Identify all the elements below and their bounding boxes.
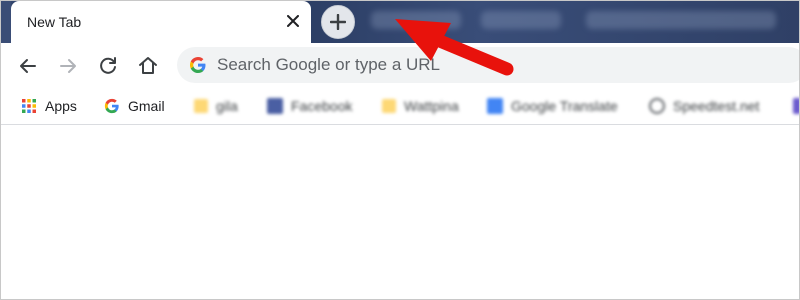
bookmark-label: Speedtest.net xyxy=(673,98,760,114)
bookmark-label: Google Translate xyxy=(511,98,618,114)
bookmarks-bar: Apps Gmail gila Facebook Wattpina Google… xyxy=(1,89,799,125)
new-tab-button[interactable] xyxy=(321,5,355,39)
bookmark-label: Apps xyxy=(45,98,77,114)
bookmark-label: gila xyxy=(216,98,238,114)
page-content xyxy=(1,126,799,299)
folder-icon xyxy=(194,99,208,113)
home-button[interactable] xyxy=(135,53,161,79)
bookmark-label: Wattpina xyxy=(404,98,459,114)
browser-window: New Tab Search Google or type a URL Apps… xyxy=(0,0,800,300)
forward-arrow-icon xyxy=(60,59,76,73)
translate-icon xyxy=(487,98,503,114)
bookmark-google-translate[interactable]: Google Translate xyxy=(487,95,618,117)
bookmark-speedtest[interactable]: Speedtest.net xyxy=(649,95,759,117)
bookmark-apps[interactable]: Apps xyxy=(21,95,77,117)
bookmark-folder[interactable]: Wattpina xyxy=(382,95,459,117)
home-icon xyxy=(139,57,157,74)
tab-strip-edge xyxy=(1,1,11,43)
bookmark-facebook[interactable]: Facebook xyxy=(267,95,352,117)
apps-grid-icon xyxy=(21,98,37,114)
red-arrow-annotation xyxy=(395,19,514,76)
google-g-icon xyxy=(190,57,206,73)
bookmark-label: Gmail xyxy=(128,98,165,114)
plus-icon xyxy=(330,14,346,30)
bookmark-gmail[interactable]: Gmail xyxy=(104,95,165,117)
folder-icon xyxy=(382,99,396,113)
blurred-background-tab[interactable] xyxy=(586,11,776,29)
reload-button[interactable] xyxy=(95,53,121,79)
facebook-icon xyxy=(267,98,283,114)
close-icon[interactable] xyxy=(283,11,303,31)
reload-icon xyxy=(100,57,116,74)
back-arrow-icon xyxy=(20,59,36,73)
tab-title: New Tab xyxy=(27,14,82,30)
bookmark-overflow[interactable] xyxy=(793,95,799,117)
bookmark-label: Facebook xyxy=(291,98,353,114)
forward-button[interactable] xyxy=(55,53,81,79)
bookmark-folder[interactable]: gila xyxy=(194,95,238,117)
bookmark-icon xyxy=(793,98,799,114)
tab-new-tab[interactable]: New Tab xyxy=(11,1,311,43)
back-button[interactable] xyxy=(15,53,41,79)
speedtest-icon xyxy=(649,98,665,114)
google-g-icon xyxy=(104,98,120,114)
